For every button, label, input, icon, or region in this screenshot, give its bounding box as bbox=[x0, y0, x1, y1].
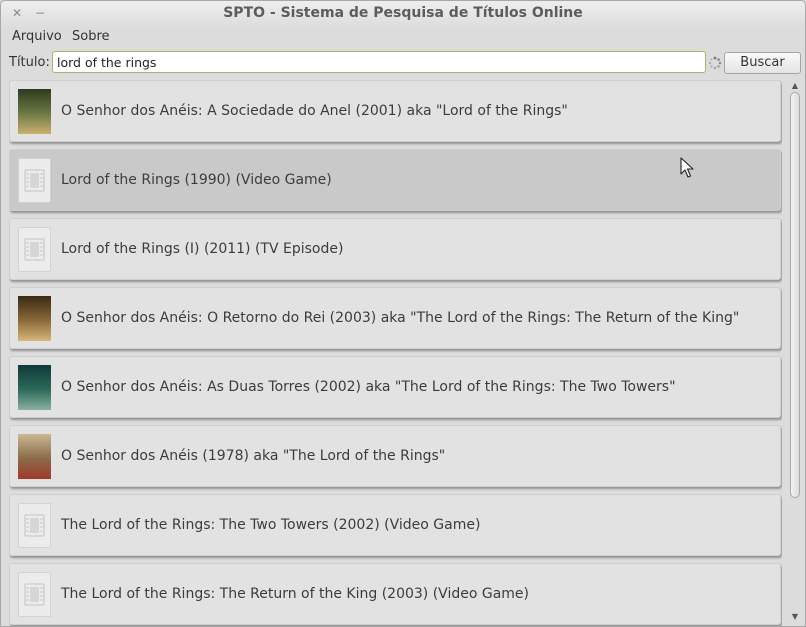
menu-sobre[interactable]: Sobre bbox=[72, 29, 110, 44]
film-placeholder-icon bbox=[18, 158, 51, 203]
result-title: O Senhor dos Anéis (1978) aka "The Lord … bbox=[61, 448, 446, 464]
results-list: O Senhor dos Anéis: A Sociedade do Anel … bbox=[9, 80, 782, 626]
scroll-down-arrow-icon[interactable]: ▼ bbox=[790, 612, 800, 622]
vertical-scrollbar[interactable]: ▲ ▼ bbox=[788, 80, 802, 626]
mouse-cursor-icon bbox=[680, 157, 694, 178]
scroll-thumb[interactable] bbox=[790, 92, 800, 498]
search-input[interactable] bbox=[52, 51, 706, 73]
result-item[interactable]: O Senhor dos Anéis: A Sociedade do Anel … bbox=[9, 80, 781, 142]
poster-thumbnail bbox=[18, 365, 51, 410]
menu-arquivo[interactable]: Arquivo bbox=[12, 29, 62, 44]
result-item[interactable]: O Senhor dos Anéis: O Retorno do Rei (20… bbox=[9, 287, 781, 349]
result-title: The Lord of the Rings: The Two Towers (2… bbox=[61, 517, 481, 533]
result-title: Lord of the Rings (I) (2011) (TV Episode… bbox=[61, 241, 344, 257]
result-item[interactable]: O Senhor dos Anéis: As Duas Torres (2002… bbox=[9, 356, 781, 418]
result-item[interactable]: Lord of the Rings (1990) (Video Game) bbox=[9, 149, 781, 211]
film-placeholder-icon bbox=[18, 227, 51, 272]
window-title: SPTO - Sistema de Pesquisa de Títulos On… bbox=[223, 5, 583, 21]
app-window: ✕ − SPTO - Sistema de Pesquisa de Título… bbox=[0, 0, 806, 627]
result-item[interactable]: O Senhor dos Anéis (1978) aka "The Lord … bbox=[9, 425, 781, 487]
poster-thumbnail bbox=[18, 89, 51, 134]
film-placeholder-icon bbox=[18, 503, 51, 548]
result-title: O Senhor dos Anéis: O Retorno do Rei (20… bbox=[61, 310, 740, 326]
menu-bar: Arquivo Sobre bbox=[1, 27, 805, 49]
result-title: O Senhor dos Anéis: A Sociedade do Anel … bbox=[61, 103, 568, 119]
result-item[interactable]: The Lord of the Rings: The Two Towers (2… bbox=[9, 494, 781, 556]
search-label: Título: bbox=[9, 55, 50, 70]
title-bar: ✕ − SPTO - Sistema de Pesquisa de Título… bbox=[1, 1, 805, 27]
result-item[interactable]: The Lord of the Rings: The Return of the… bbox=[9, 563, 781, 625]
scroll-up-arrow-icon[interactable]: ▲ bbox=[790, 81, 800, 91]
result-title: The Lord of the Rings: The Return of the… bbox=[61, 586, 529, 602]
result-item[interactable]: Lord of the Rings (I) (2011) (TV Episode… bbox=[9, 218, 781, 280]
search-bar: Título: Buscar bbox=[1, 51, 805, 75]
result-title: Lord of the Rings (1990) (Video Game) bbox=[61, 172, 332, 188]
film-placeholder-icon bbox=[18, 572, 51, 617]
poster-thumbnail bbox=[18, 296, 51, 341]
loading-spinner-icon bbox=[708, 56, 722, 70]
poster-thumbnail bbox=[18, 434, 51, 479]
search-button[interactable]: Buscar bbox=[724, 52, 801, 74]
result-title: O Senhor dos Anéis: As Duas Torres (2002… bbox=[61, 379, 676, 395]
